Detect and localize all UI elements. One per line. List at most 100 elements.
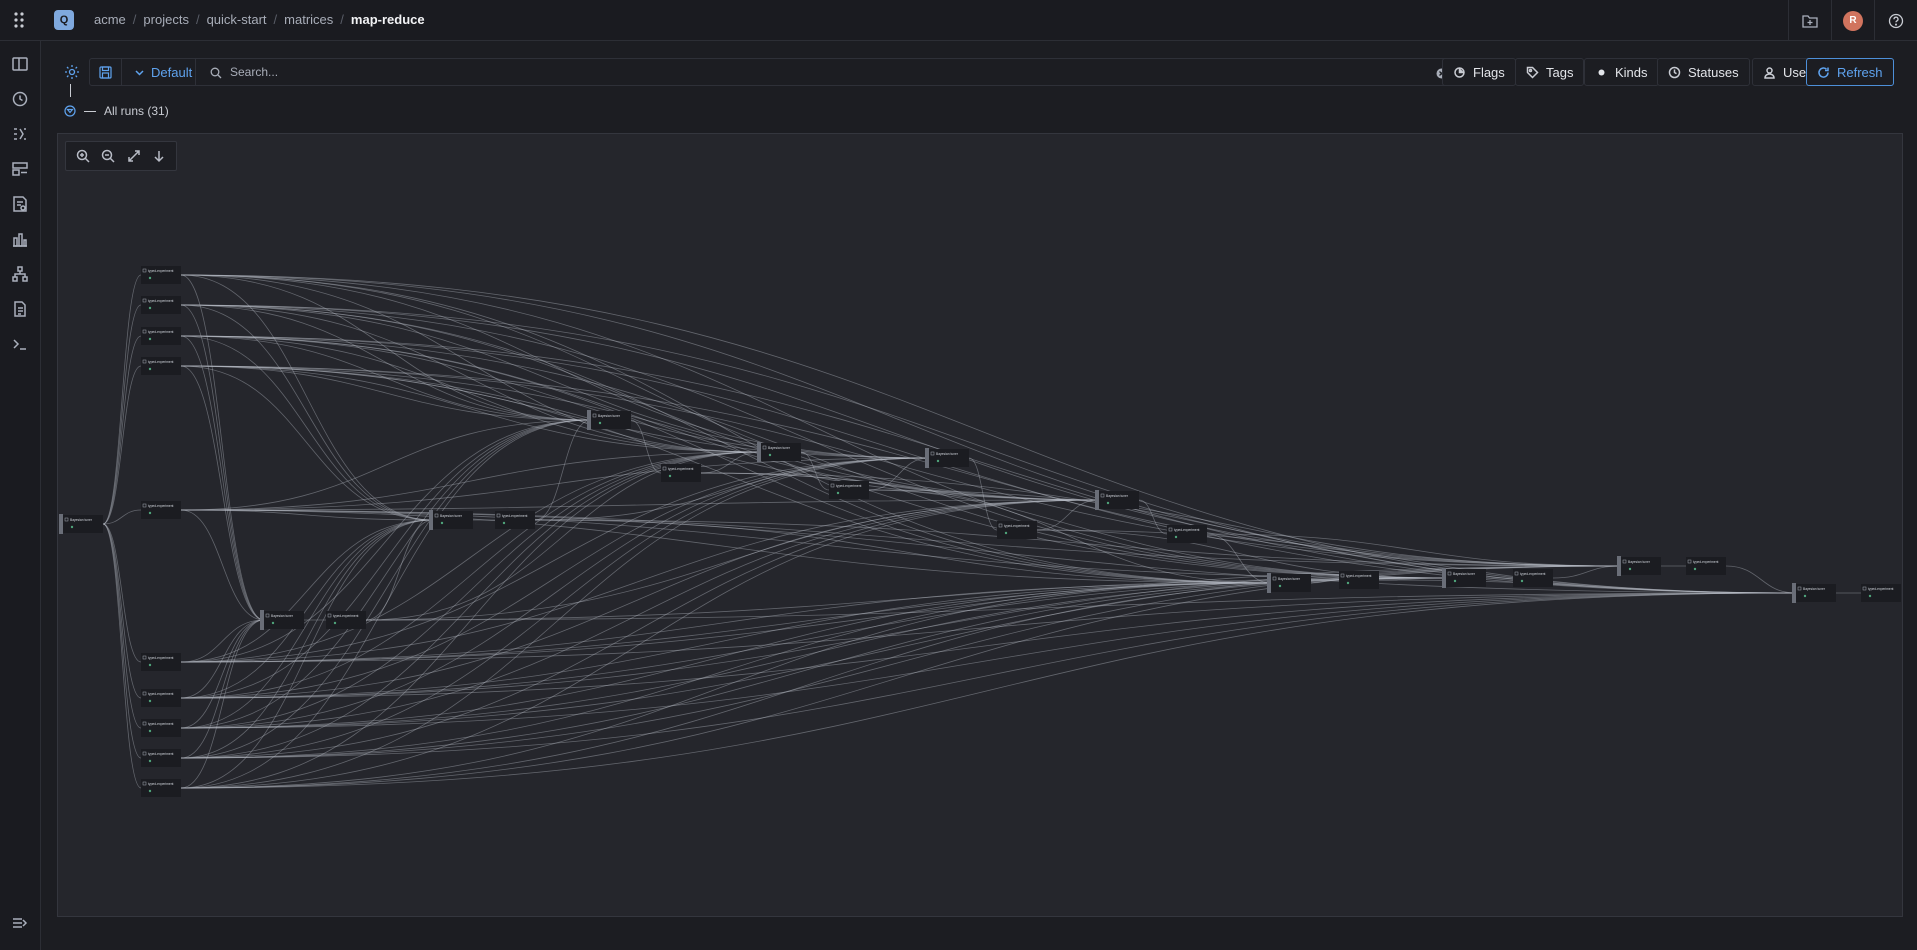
graph-edge <box>180 274 592 421</box>
graph-edge <box>180 304 265 621</box>
graph-edge <box>102 523 142 699</box>
status-dot-icon <box>668 474 672 478</box>
sidebar-item-docs[interactable] <box>11 300 29 318</box>
breadcrumb-project[interactable]: quick-start <box>207 12 267 27</box>
experiment-node[interactable]: typed-experiment <box>141 779 181 797</box>
experiment-node[interactable]: typed-experiment <box>141 357 181 375</box>
download-button[interactable] <box>151 148 167 164</box>
experiment-node[interactable]: typed-experiment <box>141 266 181 284</box>
kind-dot-icon <box>1598 69 1605 75</box>
experiment-node[interactable]: typed-experiment <box>141 749 181 767</box>
graph-edge <box>1552 565 1622 579</box>
tuner-node[interactable]: Bayesian tuner <box>1442 568 1486 588</box>
tuner-node[interactable]: Bayesian tuner <box>925 448 969 468</box>
graph-edge <box>180 577 1447 759</box>
graph-edge <box>180 365 1797 594</box>
kinds-filter-button[interactable]: Kinds <box>1584 58 1659 86</box>
top-right-actions: R <box>1788 0 1917 41</box>
node-handle <box>587 410 591 430</box>
tuner-node[interactable]: Bayesian tuner <box>757 442 801 462</box>
statuses-filter-button[interactable]: Statuses <box>1657 58 1750 86</box>
tuner-node[interactable]: Bayesian tuner <box>429 510 473 530</box>
experiment-node[interactable]: typed-experiment <box>141 653 181 671</box>
panel-icon <box>12 57 28 71</box>
preset-dropdown[interactable]: Default <box>122 59 196 85</box>
node-label: typed-experiment <box>148 269 174 273</box>
graph-edge <box>180 365 434 521</box>
tuner-node[interactable]: Bayesian tuner <box>1792 583 1836 603</box>
zoom-in-button[interactable] <box>75 148 91 164</box>
experiment-node[interactable]: typed-experiment <box>1167 525 1207 543</box>
sidebar-item-terminal[interactable] <box>11 335 29 353</box>
tuner-node[interactable]: Bayesian tuner <box>1267 573 1311 593</box>
experiment-node[interactable]: typed-experiment <box>661 464 701 482</box>
experiment-node[interactable]: typed-experiment <box>141 689 181 707</box>
expand-sidebar-button[interactable] <box>11 914 29 932</box>
dag-graph[interactable]: Bayesian tuner typed-experiment typed-expe… <box>58 134 1904 918</box>
settings-button[interactable] <box>63 63 81 81</box>
avatar-button[interactable]: R <box>1832 0 1874 41</box>
experiment-node[interactable]: typed-experiment <box>141 327 181 345</box>
breadcrumb-projects[interactable]: projects <box>143 12 189 27</box>
search-input[interactable] <box>230 61 1380 83</box>
tuner-node[interactable]: Bayesian tuner <box>260 610 304 630</box>
components-icon <box>12 162 28 176</box>
node-label: typed-experiment <box>1868 587 1894 591</box>
sidebar-item-history[interactable] <box>11 90 29 108</box>
status-dot-icon <box>148 367 152 371</box>
gear-icon <box>65 65 79 79</box>
graph-edge <box>180 592 1797 759</box>
clock-icon <box>12 91 28 107</box>
help-button[interactable] <box>1875 0 1917 41</box>
experiment-node[interactable]: typed-experiment <box>495 511 535 529</box>
graph-edge <box>102 523 142 759</box>
terminal-icon <box>13 339 26 350</box>
experiment-node[interactable]: typed-experiment <box>326 611 366 629</box>
tag-icon <box>1526 66 1539 79</box>
graph-edge <box>180 509 265 621</box>
tuner-node[interactable]: Bayesian tuner <box>587 410 631 430</box>
folder-button[interactable] <box>1789 0 1831 41</box>
graph-canvas[interactable]: Bayesian tuner typed-experiment typed-expe… <box>57 133 1903 917</box>
sidebar-item-reports[interactable] <box>11 195 29 213</box>
sidebar-item-analytics[interactable] <box>11 230 29 248</box>
tuner-node[interactable]: Bayesian tuner <box>59 514 103 534</box>
experiment-node[interactable]: typed-experiment <box>141 296 181 314</box>
flags-filter-button[interactable]: Flags <box>1442 58 1516 86</box>
experiment-node[interactable]: typed-experiment <box>1861 584 1901 602</box>
experiment-node[interactable]: typed-experiment <box>141 719 181 737</box>
experiment-node[interactable]: typed-experiment <box>997 521 1037 539</box>
filter-circle-icon[interactable] <box>64 105 76 117</box>
tuner-node[interactable]: Bayesian tuner <box>1617 556 1661 576</box>
node-label: Bayesian tuner <box>440 514 463 518</box>
node-label: typed-experiment <box>836 484 862 488</box>
experiment-node[interactable]: typed-experiment <box>829 481 869 499</box>
sidebar-item-hierarchy[interactable] <box>11 265 29 283</box>
status-dot-icon <box>1346 581 1350 585</box>
status-dot-icon <box>1803 594 1807 598</box>
status-dot-icon <box>936 459 940 463</box>
graph-edge <box>180 582 1272 759</box>
tags-filter-button[interactable]: Tags <box>1515 58 1585 86</box>
experiment-node[interactable]: typed-experiment <box>1686 557 1726 575</box>
zoom-out-button[interactable] <box>100 148 116 164</box>
sidebar-item-runs[interactable] <box>11 125 29 143</box>
experiment-node[interactable]: typed-experiment <box>141 501 181 519</box>
node-label: Bayesian tuner <box>936 452 959 456</box>
tuner-node[interactable]: Bayesian tuner <box>1095 490 1139 510</box>
fit-view-button[interactable] <box>126 148 142 164</box>
app-logo[interactable]: Q <box>54 10 74 30</box>
breadcrumb-section[interactable]: matrices <box>284 12 333 27</box>
experiment-node[interactable]: typed-experiment <box>1513 569 1553 587</box>
sidebar-item-components[interactable] <box>11 160 29 178</box>
experiment-node[interactable]: typed-experiment <box>1339 571 1379 589</box>
breadcrumb-org[interactable]: acme <box>94 12 126 27</box>
graph-edge <box>180 365 930 459</box>
apps-menu-icon[interactable] <box>12 11 28 29</box>
avatar: R <box>1843 10 1863 31</box>
graph-edge <box>180 592 1797 729</box>
refresh-button[interactable]: Refresh <box>1806 58 1894 86</box>
save-search-button[interactable] <box>90 59 122 85</box>
help-icon <box>1888 13 1904 28</box>
sidebar-item-panel[interactable] <box>11 55 29 73</box>
